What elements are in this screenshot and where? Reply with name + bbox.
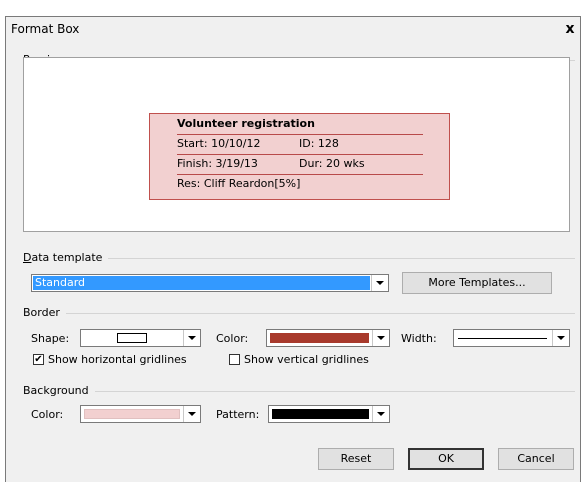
- card-id: ID: 128: [299, 137, 339, 150]
- shape-select[interactable]: [80, 329, 201, 347]
- card-row: Start: 10/10/12 ID: 128: [177, 134, 423, 155]
- preview-box-card: Volunteer registration Start: 10/10/12 I…: [149, 113, 450, 200]
- chevron-down-icon[interactable]: [183, 406, 200, 422]
- border-color-swatch: [270, 333, 369, 343]
- background-color-label: Color:: [31, 408, 64, 421]
- border-group: Border: [23, 306, 575, 320]
- card-title-row: Volunteer registration: [177, 114, 423, 135]
- card-finish: Finish: 3/19/13: [177, 157, 258, 170]
- title-bar: Format Box x: [6, 17, 580, 41]
- rectangle-shape-icon: [117, 333, 147, 343]
- data-template-select[interactable]: Standard: [31, 274, 389, 292]
- border-divider: [23, 313, 575, 314]
- close-icon[interactable]: x: [562, 21, 578, 37]
- card-resource: Res: Cliff Reardon[5%]: [177, 177, 301, 190]
- card-row: Res: Cliff Reardon[5%]: [177, 174, 423, 194]
- background-color-select[interactable]: [80, 405, 201, 423]
- card-duration: Dur: 20 wks: [299, 157, 365, 170]
- data-template-group: Data template: [23, 251, 575, 265]
- format-box-dialog: Format Box x Preview Volunteer registrat…: [5, 16, 581, 482]
- border-color-label: Color:: [216, 332, 249, 345]
- chevron-down-icon[interactable]: [183, 330, 200, 346]
- more-templates-button[interactable]: More Templates...: [402, 272, 552, 294]
- chevron-down-icon[interactable]: [552, 330, 569, 346]
- horizontal-gridlines-label: Show horizontal gridlines: [48, 353, 187, 366]
- chevron-down-icon[interactable]: [372, 330, 389, 346]
- background-divider: [23, 391, 575, 392]
- chevron-down-icon[interactable]: [372, 406, 389, 422]
- card-title: Volunteer registration: [177, 117, 315, 130]
- background-label: Background: [23, 384, 95, 397]
- background-group: Background: [23, 384, 575, 398]
- data-template-selected-value: Standard: [33, 276, 370, 290]
- preview-pane: Volunteer registration Start: 10/10/12 I…: [23, 57, 570, 232]
- vertical-gridlines-label: Show vertical gridlines: [244, 353, 369, 366]
- background-color-swatch: [84, 409, 180, 419]
- width-label: Width:: [401, 332, 437, 345]
- pattern-select[interactable]: [268, 405, 390, 423]
- chevron-down-icon[interactable]: [371, 275, 388, 291]
- card-start: Start: 10/10/12: [177, 137, 261, 150]
- horizontal-gridlines-checkbox[interactable]: ✔: [33, 354, 44, 365]
- reset-button[interactable]: Reset: [318, 448, 394, 470]
- cancel-button[interactable]: Cancel: [498, 448, 574, 470]
- border-color-select[interactable]: [266, 329, 390, 347]
- line-width-sample: [458, 338, 547, 339]
- ok-button[interactable]: OK: [408, 448, 484, 470]
- width-select[interactable]: [453, 329, 570, 347]
- shape-label: Shape:: [31, 332, 70, 345]
- data-template-label: Data template: [23, 251, 109, 264]
- vertical-gridlines-checkbox[interactable]: [229, 354, 240, 365]
- border-label: Border: [23, 306, 66, 319]
- dialog-title: Format Box: [11, 22, 80, 36]
- card-row: Finish: 3/19/13 Dur: 20 wks: [177, 154, 423, 175]
- pattern-label: Pattern:: [216, 408, 260, 421]
- pattern-swatch: [272, 409, 369, 419]
